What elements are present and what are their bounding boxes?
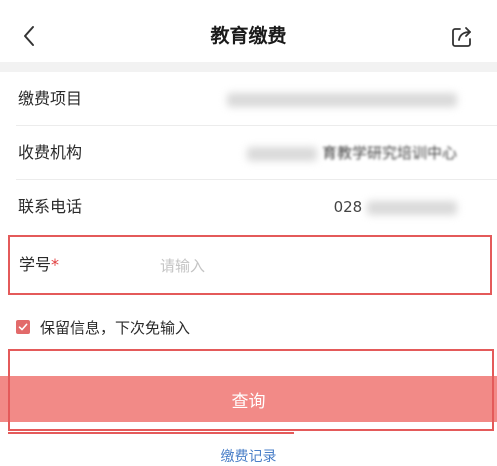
page-title: 教育缴费 (210, 25, 287, 47)
nav-bar: 教育缴费 (0, 0, 497, 70)
student-id-label: 学号* (19, 255, 60, 274)
row-phone: 联系电话 028 (0, 180, 497, 234)
share-icon (452, 27, 471, 47)
institution-label: 收费机构 (18, 143, 83, 162)
institution-value: 育教学研究培训中心 (247, 126, 457, 180)
remember-info-label: 保留信息，下次免输入 (40, 318, 191, 337)
redacted-blur (247, 146, 318, 161)
phone-value: 028 (334, 180, 457, 234)
phone-label: 联系电话 (18, 197, 83, 216)
remember-info-option[interactable]: 保留信息，下次免输入 (16, 316, 190, 338)
payment-item-label: 缴费项目 (18, 89, 83, 108)
chevron-left-icon (24, 26, 34, 46)
header-separator (0, 62, 497, 72)
checkbox-checked-icon[interactable] (16, 320, 30, 334)
student-id-field[interactable]: 学号* (8, 235, 492, 295)
highlight-underline (8, 432, 294, 434)
query-button[interactable]: 查询 (0, 376, 497, 422)
required-mark: * (51, 255, 60, 274)
student-id-input[interactable] (158, 251, 462, 281)
back-button[interactable] (16, 22, 42, 50)
redacted-blur (227, 92, 457, 107)
share-button[interactable] (449, 24, 475, 50)
payment-records-link[interactable]: 缴费记录 (0, 448, 497, 466)
screen: 教育缴费 缴费项目 收费机构 育教学研究培训中心 联系电话 028 学号* 请输… (0, 0, 497, 466)
payment-item-value (227, 72, 457, 126)
row-payment-item: 缴费项目 (0, 72, 497, 126)
row-institution: 收费机构 育教学研究培训中心 (0, 126, 497, 180)
redacted-blur (367, 200, 457, 215)
